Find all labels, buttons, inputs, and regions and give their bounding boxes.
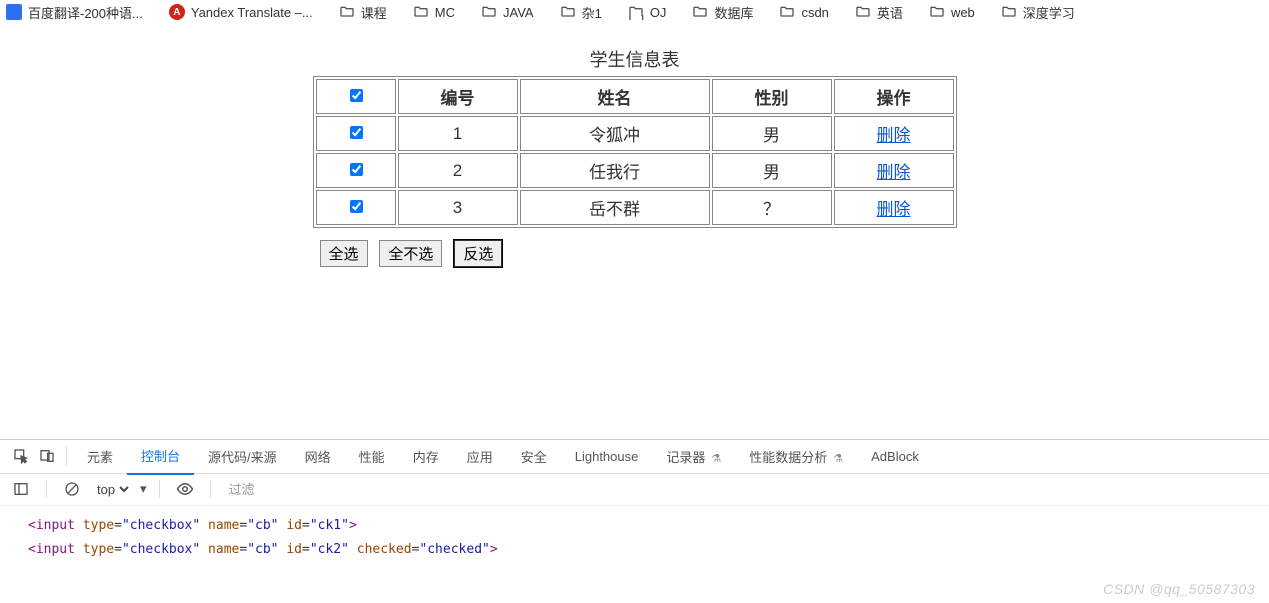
device-toggle-icon[interactable] xyxy=(34,443,60,469)
clear-console-icon[interactable] xyxy=(59,476,85,502)
cell-id: 1 xyxy=(398,116,518,151)
console-line[interactable]: <input type="checkbox" name="cb" id="ck2… xyxy=(28,538,1249,563)
bookmark-label: Yandex Translate –... xyxy=(191,5,313,20)
tab-elements[interactable]: 元素 xyxy=(73,439,127,474)
folder-icon xyxy=(339,4,355,20)
delete-link[interactable]: 删除 xyxy=(877,126,911,145)
table-row: 3 岳不群 ？ 删除 xyxy=(316,190,954,225)
cell-gender: 男 xyxy=(712,153,832,188)
bookmark-label: 课程 xyxy=(361,3,387,22)
cell-id: 3 xyxy=(398,190,518,225)
bookmark-label: OJ xyxy=(650,5,667,20)
bookmark-label: 杂1 xyxy=(582,3,602,22)
bookmark-yandex[interactable]: A Yandex Translate –... xyxy=(169,4,313,20)
bookmark-label: MC xyxy=(435,5,455,20)
tab-lighthouse[interactable]: Lighthouse xyxy=(561,441,653,472)
console-toolbar: top ▾ xyxy=(0,474,1269,506)
table-row: 2 任我行 男 删除 xyxy=(316,153,954,188)
bookmark-folder[interactable]: OJ xyxy=(628,4,667,20)
tab-network[interactable]: 网络 xyxy=(291,439,345,474)
bookmark-folder[interactable]: web xyxy=(929,4,975,20)
folder-icon xyxy=(929,4,945,20)
yandex-icon: A xyxy=(169,4,185,20)
folder-icon xyxy=(779,4,795,20)
row-checkbox[interactable] xyxy=(350,126,363,139)
bookmark-folder[interactable]: 数据库 xyxy=(692,3,753,22)
context-selector[interactable]: top xyxy=(93,481,132,498)
row-checkbox[interactable] xyxy=(350,200,363,213)
watermark: CSDN @qq_50587303 xyxy=(1103,581,1255,597)
tab-console[interactable]: 控制台 xyxy=(127,438,194,475)
folder-icon xyxy=(692,4,708,20)
filter-input[interactable] xyxy=(223,479,1269,500)
bookmark-label: JAVA xyxy=(503,5,534,20)
bookmark-folder[interactable]: 深度学习 xyxy=(1001,3,1075,22)
tab-perf-insights[interactable]: 性能数据分析⚗ xyxy=(735,439,857,474)
delete-link[interactable]: 删除 xyxy=(877,200,911,219)
bookmark-label: csdn xyxy=(801,5,828,20)
cell-gender: 男 xyxy=(712,116,832,151)
folder-icon xyxy=(413,4,429,20)
bookmark-label: web xyxy=(951,5,975,20)
select-all-button[interactable]: 全选 xyxy=(320,240,368,267)
tab-security[interactable]: 安全 xyxy=(507,439,561,474)
row-checkbox[interactable] xyxy=(350,163,363,176)
cell-name: 岳不群 xyxy=(520,190,710,225)
cell-name: 令狐冲 xyxy=(520,116,710,151)
header-op: 操作 xyxy=(834,79,954,114)
page-content: 学生信息表 编号 姓名 性别 操作 1 令狐冲 男 删除 2 任我行 男 删除 … xyxy=(0,28,1269,267)
tab-application[interactable]: 应用 xyxy=(453,439,507,474)
cell-id: 2 xyxy=(398,153,518,188)
tab-sources[interactable]: 源代码/来源 xyxy=(194,439,291,474)
table-header-row: 编号 姓名 性别 操作 xyxy=(316,79,954,114)
button-row: 全选 全不选 反选 xyxy=(320,240,950,267)
tab-recorder[interactable]: 记录器⚗ xyxy=(652,439,735,474)
bookmark-folder[interactable]: 课程 xyxy=(339,3,387,22)
folder-icon xyxy=(855,4,871,20)
bookmark-baidu[interactable]: 百度翻译-200种语... xyxy=(6,3,143,22)
bookmark-label: 英语 xyxy=(877,3,903,22)
bookmark-folder[interactable]: JAVA xyxy=(481,4,534,20)
devtools-panel: 元素 控制台 源代码/来源 网络 性能 内存 应用 安全 Lighthouse … xyxy=(0,439,1269,603)
table-row: 1 令狐冲 男 删除 xyxy=(316,116,954,151)
delete-link[interactable]: 删除 xyxy=(877,163,911,182)
bookmark-label: 百度翻译-200种语... xyxy=(28,3,143,22)
bookmarks-bar: 百度翻译-200种语... A Yandex Translate –... 课程… xyxy=(0,0,1269,28)
cell-name: 任我行 xyxy=(520,153,710,188)
sidebar-toggle-icon[interactable] xyxy=(8,476,34,502)
tab-adblock[interactable]: AdBlock xyxy=(857,441,933,472)
console-output: <input type="checkbox" name="cb" id="ck1… xyxy=(0,506,1269,603)
live-expression-icon[interactable] xyxy=(172,476,198,502)
invert-button[interactable]: 反选 xyxy=(454,240,502,267)
header-gender: 性别 xyxy=(712,79,832,114)
tab-memory[interactable]: 内存 xyxy=(399,439,453,474)
header-name: 姓名 xyxy=(520,79,710,114)
bookmark-label: 深度学习 xyxy=(1023,3,1075,22)
folder-icon xyxy=(1001,4,1017,20)
select-none-button[interactable]: 全不选 xyxy=(379,240,442,267)
chevron-down-icon: ▾ xyxy=(140,481,147,497)
devtools-tabs: 元素 控制台 源代码/来源 网络 性能 内存 应用 安全 Lighthouse … xyxy=(0,440,1269,474)
console-line[interactable]: <input type="checkbox" name="cb" id="ck1… xyxy=(28,514,1249,539)
student-table: 编号 姓名 性别 操作 1 令狐冲 男 删除 2 任我行 男 删除 3 岳不群 … xyxy=(313,76,957,228)
bookmark-folder[interactable]: MC xyxy=(413,4,455,20)
baidu-icon xyxy=(6,4,22,20)
tab-performance[interactable]: 性能 xyxy=(345,439,399,474)
flask-icon: ⚗ xyxy=(833,452,843,465)
table-caption: 学生信息表 xyxy=(0,46,1269,72)
bookmark-folder[interactable]: 杂1 xyxy=(560,3,602,22)
folder-icon xyxy=(628,4,644,20)
header-check xyxy=(316,79,396,114)
bookmark-folder[interactable]: 英语 xyxy=(855,3,903,22)
bookmark-folder[interactable]: csdn xyxy=(779,4,828,20)
inspect-icon[interactable] xyxy=(8,443,34,469)
cell-gender: ？ xyxy=(712,190,832,225)
checkbox-all[interactable] xyxy=(350,89,363,102)
folder-icon xyxy=(560,4,576,20)
header-id: 编号 xyxy=(398,79,518,114)
bookmark-label: 数据库 xyxy=(714,3,753,22)
folder-icon xyxy=(481,4,497,20)
flask-icon: ⚗ xyxy=(711,452,721,465)
